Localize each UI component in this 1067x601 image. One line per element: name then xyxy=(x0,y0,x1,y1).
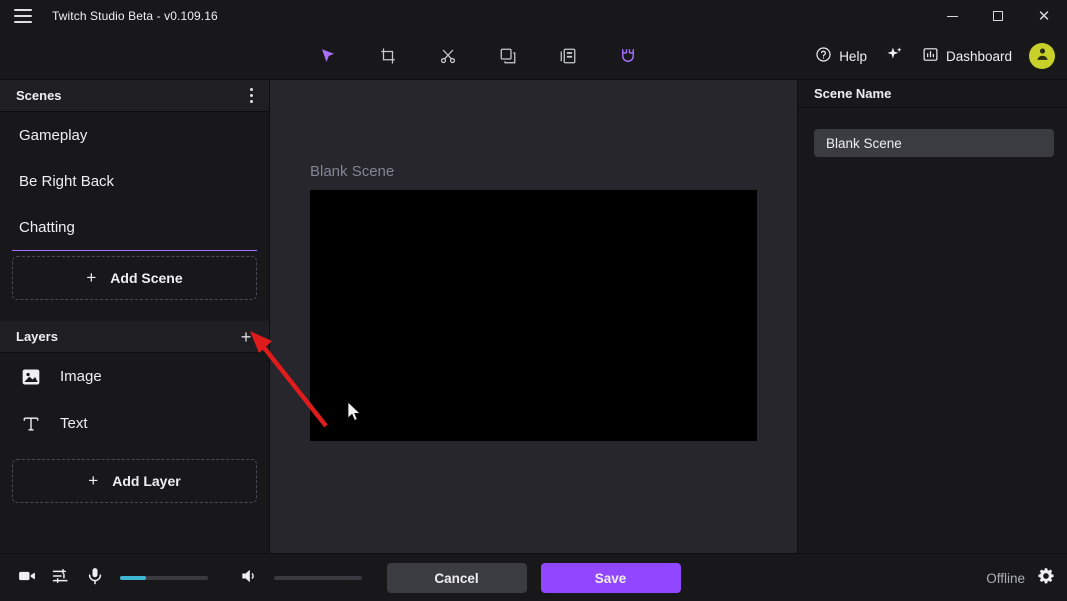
stream-status: Offline xyxy=(986,554,1055,601)
add-layer-button[interactable]: + Add Layer xyxy=(12,459,257,503)
crop-icon xyxy=(379,47,397,65)
add-scene-label: Add Scene xyxy=(110,270,183,286)
cancel-button[interactable]: Cancel xyxy=(386,563,527,593)
av-controls xyxy=(10,554,370,601)
audio-settings-button[interactable] xyxy=(44,561,78,595)
scene-item-gameplay[interactable]: Gameplay xyxy=(0,112,269,158)
scene-label: Gameplay xyxy=(19,126,88,144)
minimize-button[interactable] xyxy=(929,0,975,32)
speaker-toggle-button[interactable] xyxy=(232,561,266,595)
twitch-studio-window: Twitch Studio Beta - v0.109.16 ✕ Help Da… xyxy=(0,0,1067,601)
layer-item-text[interactable]: Text xyxy=(0,400,269,447)
scenes-kebab-menu-icon[interactable] xyxy=(246,84,257,107)
scene-name-title: Scene Name xyxy=(814,86,892,101)
help-button[interactable]: Help xyxy=(806,39,876,73)
right-properties-panel: Scene Name xyxy=(797,80,1067,553)
scene-preview[interactable] xyxy=(310,190,757,441)
scenes-panel-title: Scenes xyxy=(16,88,62,103)
window-title: Twitch Studio Beta - v0.109.16 xyxy=(52,9,218,23)
dashboard-label: Dashboard xyxy=(945,48,1012,64)
header-actions: Help Dashboard xyxy=(806,32,1055,80)
window-controls: ✕ xyxy=(929,0,1067,32)
crop-tool-button[interactable] xyxy=(370,39,406,73)
scenes-list: Gameplay Be Right Back Chatting xyxy=(0,112,269,250)
scenes-panel-header: Scenes xyxy=(0,80,269,112)
layers-tool-button[interactable] xyxy=(550,39,586,73)
microphone-toggle-button[interactable] xyxy=(78,561,112,595)
sparkle-icon xyxy=(885,45,904,67)
layer-label: Image xyxy=(60,368,102,385)
scene-label: Chatting xyxy=(19,218,75,236)
scene-item-be-right-back[interactable]: Be Right Back xyxy=(0,158,269,204)
layers-list: Image Text xyxy=(0,353,269,447)
microphone-icon xyxy=(85,566,105,591)
bar-chart-icon xyxy=(922,46,939,66)
scene-item-chatting[interactable]: Chatting xyxy=(0,204,269,250)
scene-label: Be Right Back xyxy=(19,172,115,190)
canvas-scene-label: Blank Scene xyxy=(310,163,395,180)
scene-name-input[interactable] xyxy=(814,129,1054,157)
select-tool-button[interactable] xyxy=(310,39,346,73)
hamburger-menu-icon[interactable] xyxy=(14,9,32,23)
camera-toggle-button[interactable] xyxy=(10,561,44,595)
cursor-arrow-icon xyxy=(319,47,337,65)
plus-icon: + xyxy=(88,471,99,490)
layer-label: Text xyxy=(60,415,88,432)
add-scene-button[interactable]: + Add Scene xyxy=(12,256,257,300)
gear-icon[interactable] xyxy=(1037,567,1055,590)
speaker-level-slider[interactable] xyxy=(274,576,362,580)
help-label: Help xyxy=(839,48,867,64)
plus-icon: + xyxy=(86,268,97,287)
title-bar: Twitch Studio Beta - v0.109.16 ✕ xyxy=(0,0,1067,32)
text-t-icon xyxy=(20,414,42,434)
scissors-icon xyxy=(439,47,457,65)
layer-item-image[interactable]: Image xyxy=(0,353,269,400)
close-button[interactable]: ✕ xyxy=(1021,0,1067,32)
add-layer-label: Add Layer xyxy=(112,473,181,489)
speaker-icon xyxy=(239,566,259,591)
video-camera-icon xyxy=(17,566,37,591)
cut-tool-button[interactable] xyxy=(430,39,466,73)
copy-icon xyxy=(499,47,517,65)
scene-drop-indicator xyxy=(12,250,257,251)
layers-list-icon xyxy=(559,47,577,65)
duplicate-tool-button[interactable] xyxy=(490,39,526,73)
layers-panel-header: Layers + xyxy=(0,321,269,353)
main-toolbar: Help Dashboard xyxy=(0,32,1067,80)
save-button[interactable]: Save xyxy=(540,563,681,593)
user-avatar[interactable] xyxy=(1029,43,1055,69)
status-label: Offline xyxy=(986,570,1025,586)
question-circle-icon xyxy=(815,46,832,66)
ai-sparkle-button[interactable] xyxy=(876,39,913,73)
dashboard-button[interactable]: Dashboard xyxy=(913,39,1021,73)
image-icon xyxy=(20,367,42,387)
left-sidebar: Scenes Gameplay Be Right Back Chatting +… xyxy=(0,80,270,553)
tool-group xyxy=(310,32,646,80)
audio-sliders-icon xyxy=(51,566,71,591)
magnet-icon xyxy=(619,47,637,65)
microphone-level-fill xyxy=(120,576,147,580)
layers-add-button[interactable]: + xyxy=(235,326,257,348)
layers-panel-title: Layers xyxy=(16,329,58,344)
canvas-area: Blank Scene xyxy=(270,80,797,553)
mouse-pointer-icon xyxy=(347,401,363,428)
maximize-button[interactable] xyxy=(975,0,1021,32)
snap-tool-button[interactable] xyxy=(610,39,646,73)
user-avatar-icon xyxy=(1034,45,1051,67)
microphone-level-slider[interactable] xyxy=(120,576,208,580)
scene-name-header: Scene Name xyxy=(798,80,1067,108)
bottom-bar: Cancel Save Offline xyxy=(0,553,1067,601)
